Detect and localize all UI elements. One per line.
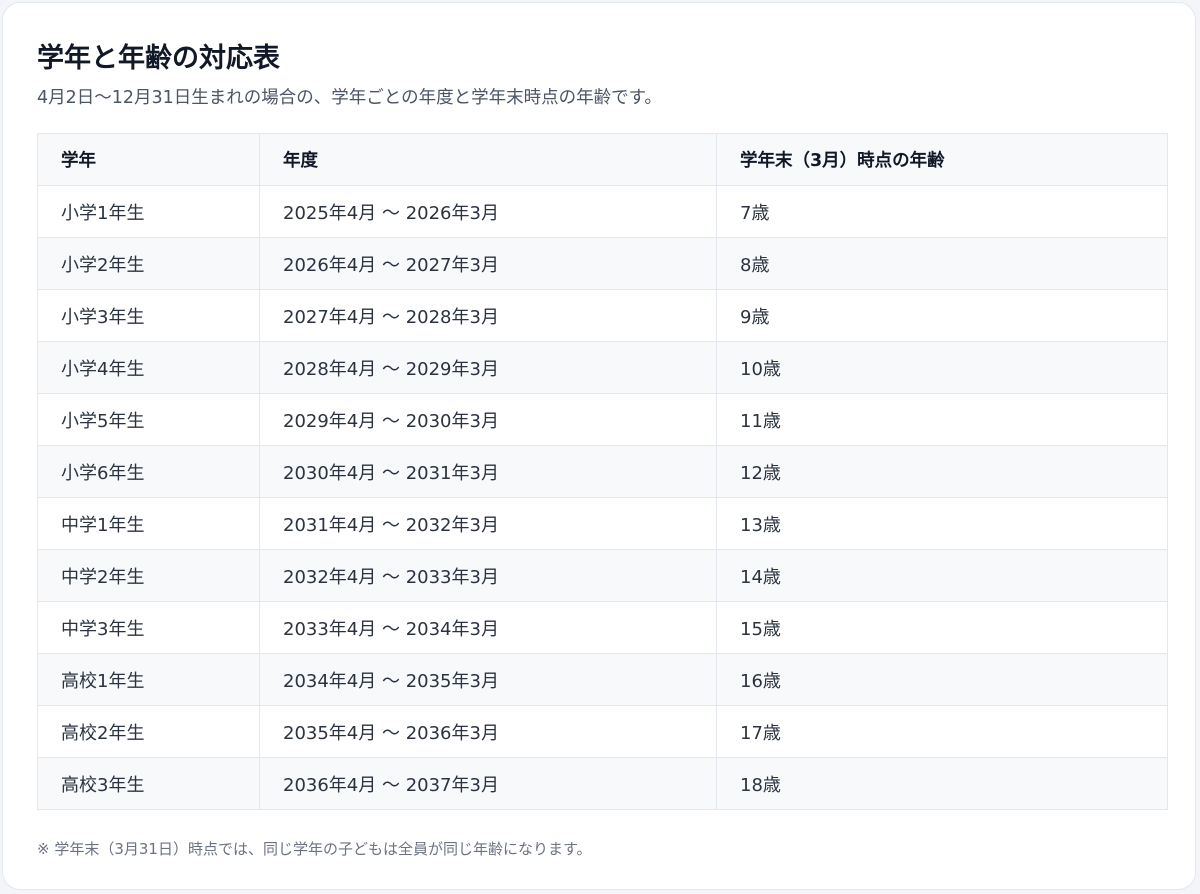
table-row: 高校3年生 2036年4月 〜 2037年3月 18歳: [37, 757, 1168, 810]
table-row: 小学4年生 2028年4月 〜 2029年3月 10歳: [37, 341, 1168, 394]
page-title: 学年と年齢の対応表: [37, 43, 280, 74]
cell-school-year: 2034年4月 〜 2035年3月: [259, 653, 717, 706]
cell-grade: 高校3年生: [37, 757, 260, 810]
page-subtitle: 4月2日〜12月31日生まれの場合の、学年ごとの年度と学年末時点の年齢です。: [37, 88, 662, 108]
table-row: 高校2年生 2035年4月 〜 2036年3月 17歳: [37, 705, 1168, 758]
cell-age: 15歳: [716, 601, 1168, 654]
table-row: 高校1年生 2034年4月 〜 2035年3月 16歳: [37, 653, 1168, 706]
table-body: 小学1年生 2025年4月 〜 2026年3月 7歳 小学2年生 2026年4月 〜 2…: [37, 185, 1168, 810]
cell-grade: 中学3年生: [37, 601, 260, 654]
table-row: 小学5年生 2029年4月 〜 2030年3月 11歳: [37, 393, 1168, 446]
footnote: ※ 学年末（3月31日）時点では、同じ学年の子どもは全員が同じ年齢になります。: [37, 840, 592, 858]
cell-age: 18歳: [716, 757, 1168, 810]
cell-school-year: 2036年4月 〜 2037年3月: [259, 757, 717, 810]
cell-grade: 小学2年生: [37, 237, 260, 290]
table-row: 小学2年生 2026年4月 〜 2027年3月 8歳: [37, 237, 1168, 290]
cell-school-year: 2030年4月 〜 2031年3月: [259, 445, 717, 498]
cell-age: 9歳: [716, 289, 1168, 342]
table-row: 小学1年生 2025年4月 〜 2026年3月 7歳: [37, 185, 1168, 238]
cell-school-year: 2028年4月 〜 2029年3月: [259, 341, 717, 394]
cell-grade: 小学5年生: [37, 393, 260, 446]
cell-age: 8歳: [716, 237, 1168, 290]
cell-school-year: 2032年4月 〜 2033年3月: [259, 549, 717, 602]
table-row: 中学1年生 2031年4月 〜 2032年3月 13歳: [37, 497, 1168, 550]
cell-grade: 小学4年生: [37, 341, 260, 394]
table-row: 中学3年生 2033年4月 〜 2034年3月 15歳: [37, 601, 1168, 654]
cell-age: 17歳: [716, 705, 1168, 758]
table-header: 学年 年度 学年末（3月）時点の年齢: [37, 133, 1168, 186]
cell-age: 13歳: [716, 497, 1168, 550]
cell-grade: 高校1年生: [37, 653, 260, 706]
cell-school-year: 2025年4月 〜 2026年3月: [259, 185, 717, 238]
grade-age-table: 学年 年度 学年末（3月）時点の年齢 小学1年生 2025年4月 〜 2026年3…: [37, 133, 1168, 810]
cell-school-year: 2029年4月 〜 2030年3月: [259, 393, 717, 446]
cell-school-year: 2033年4月 〜 2034年3月: [259, 601, 717, 654]
cell-age: 14歳: [716, 549, 1168, 602]
cell-age: 11歳: [716, 393, 1168, 446]
header-grade: 学年: [37, 133, 260, 186]
table-row: 小学6年生 2030年4月 〜 2031年3月 12歳: [37, 445, 1168, 498]
cell-school-year: 2031年4月 〜 2032年3月: [259, 497, 717, 550]
cell-grade: 小学1年生: [37, 185, 260, 238]
cell-school-year: 2027年4月 〜 2028年3月: [259, 289, 717, 342]
cell-grade: 小学3年生: [37, 289, 260, 342]
cell-grade: 高校2年生: [37, 705, 260, 758]
cell-age: 7歳: [716, 185, 1168, 238]
table-row: 中学2年生 2032年4月 〜 2033年3月 14歳: [37, 549, 1168, 602]
cell-grade: 小学6年生: [37, 445, 260, 498]
cell-age: 10歳: [716, 341, 1168, 394]
cell-school-year: 2035年4月 〜 2036年3月: [259, 705, 717, 758]
cell-age: 12歳: [716, 445, 1168, 498]
header-school-year: 年度: [259, 133, 717, 186]
cell-grade: 中学2年生: [37, 549, 260, 602]
cell-age: 16歳: [716, 653, 1168, 706]
content-card: 学年と年齢の対応表 4月2日〜12月31日生まれの場合の、学年ごとの年度と学年末…: [2, 2, 1196, 890]
table-row: 小学3年生 2027年4月 〜 2028年3月 9歳: [37, 289, 1168, 342]
cell-grade: 中学1年生: [37, 497, 260, 550]
table-header-row: 学年 年度 学年末（3月）時点の年齢: [37, 133, 1168, 186]
cell-school-year: 2026年4月 〜 2027年3月: [259, 237, 717, 290]
header-age-at-year-end: 学年末（3月）時点の年齢: [716, 133, 1168, 186]
